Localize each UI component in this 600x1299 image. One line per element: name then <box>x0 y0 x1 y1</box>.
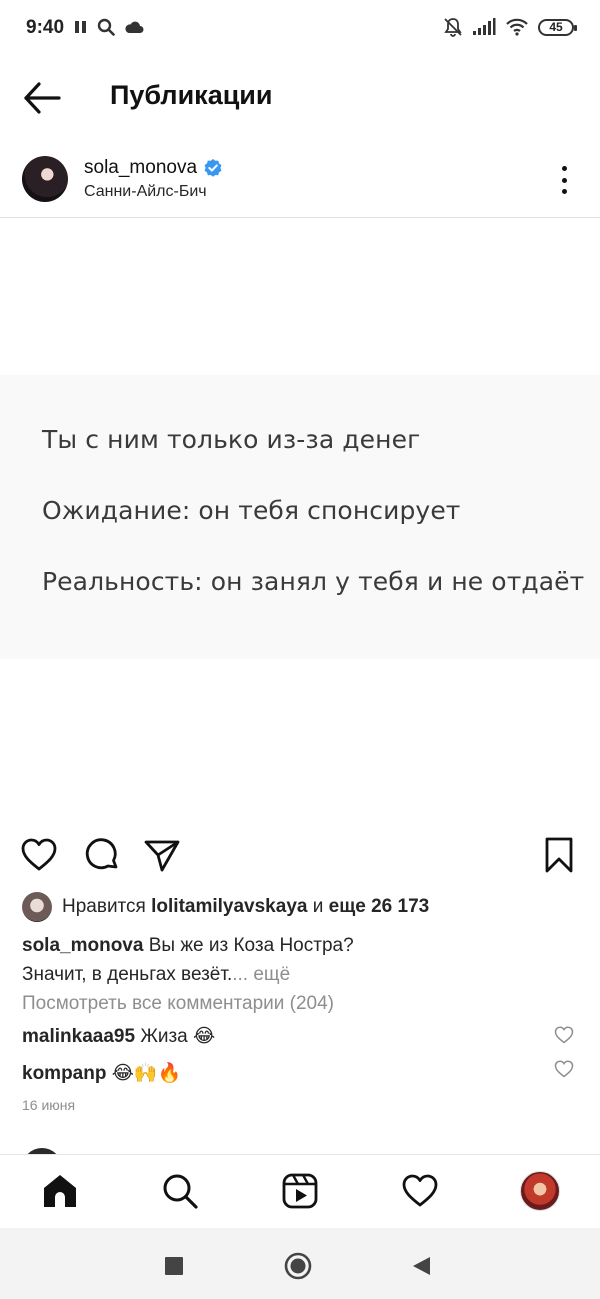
heart-icon <box>402 1174 438 1207</box>
more-dot-icon <box>561 166 567 171</box>
search-icon <box>97 18 115 36</box>
likes-row[interactable]: Нравится lolitamilyavskaya и еще 26 173 <box>22 892 429 922</box>
likes-user[interactable]: lolitamilyavskaya <box>151 896 307 917</box>
likes-middle: и <box>312 896 324 917</box>
nav-profile-avatar[interactable] <box>520 1171 560 1211</box>
verified-badge-icon <box>204 159 222 177</box>
comment-text: Жиза 😂 <box>140 1026 216 1047</box>
wifi-icon <box>506 18 528 36</box>
home-circle-icon[interactable] <box>284 1252 312 1280</box>
comment-item: kompanp 😂🙌🔥 <box>22 1061 181 1085</box>
status-bar: 9:40 45 <box>0 0 600 56</box>
like-button[interactable] <box>20 836 58 874</box>
nav-home[interactable] <box>40 1171 80 1211</box>
caption-text-line2: Значит, в деньгах везёт. <box>22 964 233 985</box>
caption-username[interactable]: sola_monova <box>22 935 143 956</box>
likes-text: Нравится lolitamilyavskaya и еще 26 173 <box>62 896 429 918</box>
bookmark-icon <box>545 837 573 873</box>
cloud-icon <box>125 21 144 33</box>
post-username[interactable]: sola_monova <box>84 157 197 179</box>
more-options-button[interactable] <box>554 166 574 194</box>
post-user-row: sola_monova <box>84 157 223 179</box>
send-icon <box>144 840 180 872</box>
caption-text-line1: Вы же из Коза Ностра? <box>148 935 354 956</box>
signal-icon <box>473 18 496 35</box>
comment-username[interactable]: kompanp <box>22 1063 106 1084</box>
post-actions <box>0 830 600 880</box>
liker-avatar <box>22 892 52 922</box>
back-button[interactable] <box>22 80 62 116</box>
post-header: sola_monova Санни-Айлс-Бич <box>0 148 600 218</box>
post-text-card: Ты с ним только из-за денег Ожидание: он… <box>0 375 600 659</box>
battery-icon: 45 <box>538 18 577 36</box>
home-icon <box>44 1175 76 1207</box>
comment-item: malinkaaa95 Жиза 😂 <box>22 1025 215 1048</box>
status-right-icons: 45 <box>443 17 577 37</box>
view-all-comments-link[interactable]: Посмотреть все комментарии (204) <box>22 993 334 1015</box>
heart-icon <box>21 838 57 871</box>
nav-activity[interactable] <box>400 1171 440 1211</box>
pause-icon <box>75 21 86 33</box>
likes-count[interactable]: еще 26 173 <box>329 896 430 917</box>
comment-like-button[interactable] <box>554 1025 574 1045</box>
likes-prefix: Нравится <box>62 896 146 917</box>
avatar[interactable] <box>22 156 68 202</box>
recents-square-icon[interactable] <box>164 1256 184 1276</box>
back-triangle-icon[interactable] <box>410 1255 432 1277</box>
comment-text: 😂🙌🔥 <box>111 1063 182 1084</box>
nav-reels[interactable] <box>280 1171 320 1211</box>
more-dot-icon <box>561 189 567 194</box>
post-image[interactable]: Ты с ним только из-за денег Ожидание: он… <box>0 219 600 819</box>
post-text-line: Ты с ним только из-за денег <box>42 425 421 454</box>
post-date: 16 июня <box>22 1097 76 1113</box>
top-bar: Публикации <box>0 60 600 136</box>
comment-username[interactable]: malinkaaa95 <box>22 1026 135 1047</box>
post-text-line: Ожидание: он тебя спонсирует <box>42 496 461 525</box>
bottom-nav <box>0 1154 600 1228</box>
caption-more-link[interactable]: ... ещё <box>232 964 290 985</box>
arrow-left-icon <box>24 82 61 114</box>
system-nav-bar <box>0 1228 600 1299</box>
muted-bell-icon <box>444 18 462 37</box>
comment-like-button[interactable] <box>554 1059 574 1079</box>
reels-icon <box>282 1173 318 1209</box>
comment-button[interactable] <box>83 836 121 874</box>
status-left-icons <box>74 18 144 36</box>
page-title: Публикации <box>110 80 273 110</box>
search-icon <box>163 1174 198 1209</box>
comment-icon <box>85 838 118 870</box>
heart-icon <box>554 1026 574 1044</box>
nav-search[interactable] <box>160 1171 200 1211</box>
post-text-line: Реальность: он занял у тебя и не отдаёт <box>42 567 585 596</box>
post-caption: sola_monova Вы же из Коза Ностра? Значит… <box>22 931 562 989</box>
heart-icon <box>554 1060 574 1078</box>
save-button[interactable] <box>540 836 578 874</box>
post-location[interactable]: Санни-Айлс-Бич <box>84 183 207 201</box>
more-dot-icon <box>561 177 567 183</box>
share-button[interactable] <box>143 836 181 874</box>
status-time: 9:40 <box>26 17 65 38</box>
